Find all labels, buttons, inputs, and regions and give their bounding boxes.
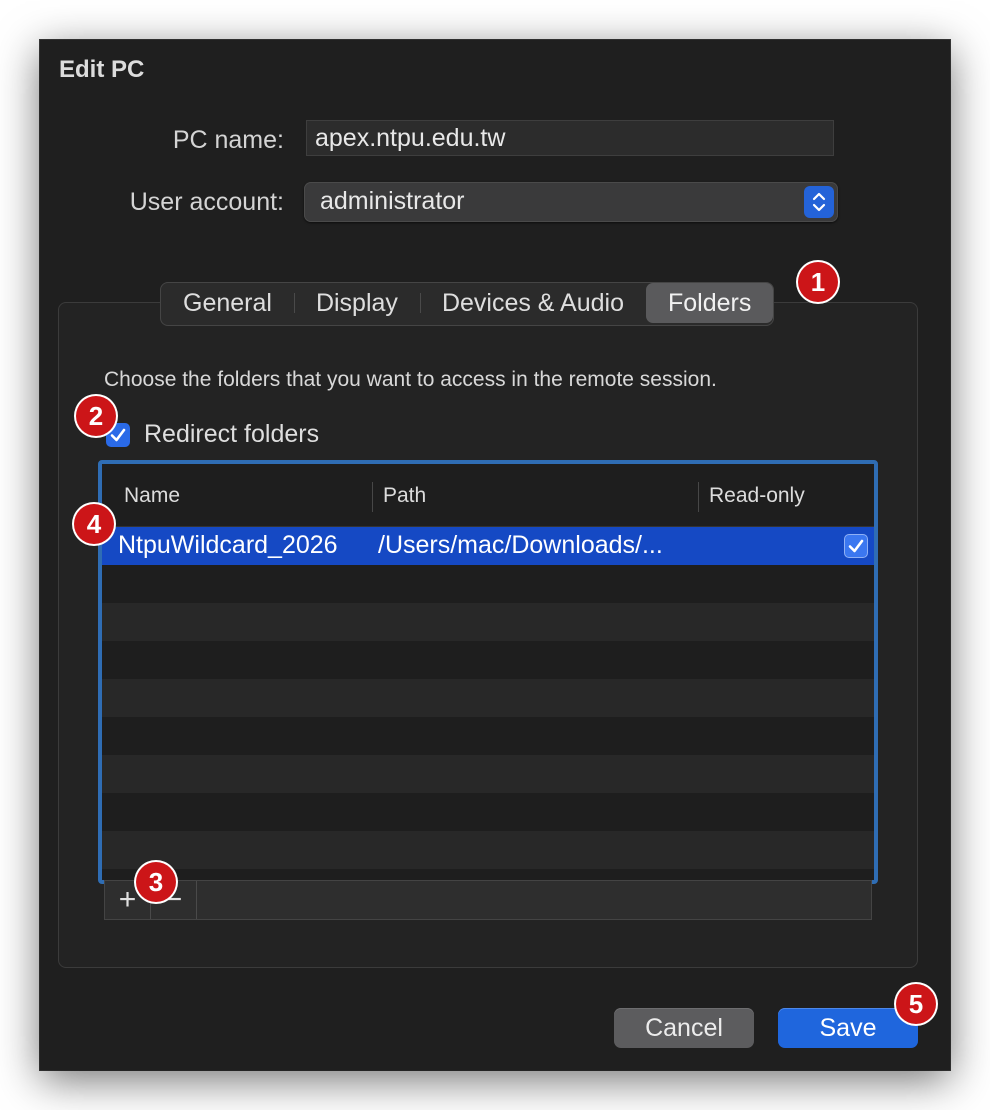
tab-general[interactable]: General [161,283,294,323]
save-button[interactable]: Save [778,1008,918,1048]
pc-name-label: PC name: [172,126,284,154]
empty-row [102,603,874,641]
folder-name-cell: NtpuWildcard_2026 [118,531,338,559]
tab-bar: General Display Devices & Audio Folders [160,282,775,326]
annotation-badge-5: 5 [896,984,936,1024]
annotation-badge-1: 1 [798,262,838,302]
edit-pc-dialog: Edit PC PC name: apex.ntpu.edu.tw User a… [40,40,950,1070]
empty-row [102,755,874,793]
column-header-name[interactable]: Name [124,484,180,508]
cancel-button[interactable]: Cancel [614,1008,754,1048]
tab-folders[interactable]: Folders [645,283,774,323]
folder-path-cell: /Users/mac/Downloads/... [378,531,663,559]
empty-row [102,831,874,869]
column-divider[interactable] [372,482,373,512]
annotation-badge-4: 4 [74,504,114,544]
pc-name-input[interactable]: apex.ntpu.edu.tw [306,120,834,156]
redirect-folders-row: Redirect folders [106,420,319,449]
annotation-badge-2: 2 [76,396,116,436]
empty-row [102,641,874,679]
table-row[interactable]: NtpuWildcard_2026 /Users/mac/Downloads/.… [102,527,874,565]
column-header-read-only[interactable]: Read-only [709,484,805,508]
empty-row [102,565,874,603]
read-only-checkbox[interactable] [844,534,868,558]
dialog-title: Edit PC [59,56,145,83]
column-divider[interactable] [698,482,699,512]
checkmark-icon [848,539,864,553]
up-down-chevron-icon[interactable] [804,186,834,218]
user-account-select[interactable]: administrator [304,182,838,222]
empty-row [102,717,874,755]
folders-description: Choose the folders that you want to acce… [104,368,717,391]
user-account-label: User account: [129,188,284,216]
add-remove-bar: + − [104,880,872,920]
table-header: Name Path Read-only [102,464,874,527]
empty-row [102,793,874,831]
redirect-folders-label[interactable]: Redirect folders [144,420,319,449]
tab-devices-audio[interactable]: Devices & Audio [419,283,646,323]
user-account-value: administrator [320,187,465,215]
annotation-badge-3: 3 [136,862,176,902]
column-header-path[interactable]: Path [383,484,426,508]
folders-table[interactable]: Name Path Read-only NtpuWildcard_2026 /U… [98,460,878,884]
empty-row [102,679,874,717]
tab-display[interactable]: Display [293,283,420,323]
